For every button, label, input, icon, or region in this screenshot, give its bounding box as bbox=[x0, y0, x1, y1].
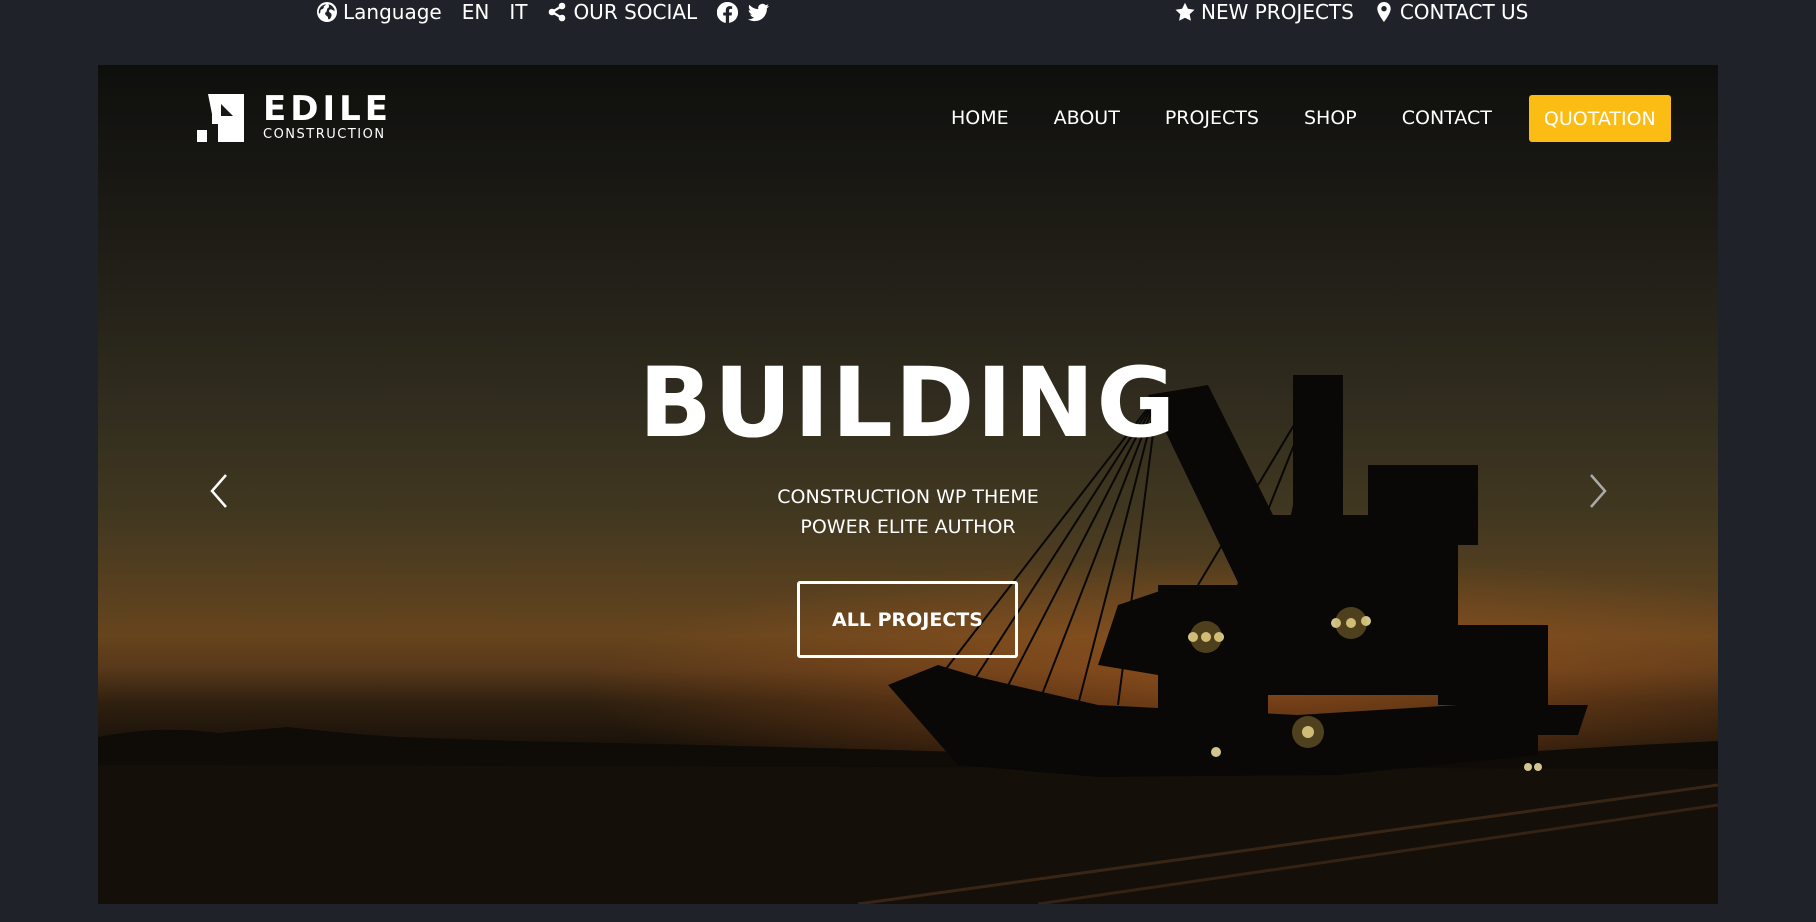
new-projects-link[interactable]: NEW PROJECTS bbox=[1175, 0, 1354, 24]
contact-us-link[interactable]: CONTACT US bbox=[1374, 0, 1529, 24]
nav-item-about[interactable]: ABOUT bbox=[1054, 96, 1120, 141]
nav-item-projects[interactable]: PROJECTS bbox=[1165, 96, 1259, 141]
our-social[interactable]: OUR SOCIAL bbox=[547, 0, 697, 24]
language-label: Language bbox=[343, 0, 442, 24]
new-projects-label: NEW PROJECTS bbox=[1201, 0, 1354, 24]
main-nav: HOME ABOUT PROJECTS SHOP CONTACT QUOTATI… bbox=[951, 95, 1671, 142]
chevron-right-icon bbox=[1590, 474, 1607, 508]
top-bar-right: NEW PROJECTS CONTACT US bbox=[1175, 0, 1528, 24]
all-projects-button[interactable]: ALL PROJECTS bbox=[797, 581, 1018, 658]
our-social-label: OUR SOCIAL bbox=[573, 0, 698, 24]
language-en[interactable]: EN bbox=[462, 0, 490, 24]
logo-mark-icon bbox=[197, 93, 244, 142]
social-links bbox=[717, 1, 770, 23]
top-bar: Language EN IT OUR SOCIAL NEW PROJECTS C… bbox=[0, 0, 1816, 65]
slide-title: BUILDING bbox=[638, 347, 1178, 459]
quotation-button[interactable]: QUOTATION bbox=[1528, 95, 1671, 142]
twitter-icon[interactable] bbox=[748, 2, 770, 23]
slide-subtitle-line-2: POWER ELITE AUTHOR bbox=[800, 516, 1016, 538]
hero-slider: EDILE CONSTRUCTION HOME ABOUT PROJECTS S… bbox=[98, 65, 1718, 904]
share-icon bbox=[549, 2, 566, 22]
top-bar-left: Language EN IT OUR SOCIAL bbox=[317, 0, 770, 24]
nav-item-contact[interactable]: CONTACT bbox=[1402, 96, 1492, 141]
globe-icon bbox=[317, 2, 337, 22]
logo-text: EDILE CONSTRUCTION bbox=[263, 92, 392, 143]
chevron-left-icon bbox=[210, 474, 227, 508]
nav-item-home[interactable]: HOME bbox=[951, 96, 1009, 141]
star-icon bbox=[1175, 2, 1195, 21]
nav-item-shop[interactable]: SHOP bbox=[1304, 96, 1357, 141]
facebook-icon[interactable] bbox=[717, 1, 739, 23]
language-it[interactable]: IT bbox=[509, 0, 527, 24]
slider-next-button[interactable] bbox=[1583, 469, 1613, 513]
slider-prev-button[interactable] bbox=[204, 469, 234, 513]
map-marker-icon bbox=[1377, 2, 1391, 22]
site-logo[interactable]: EDILE CONSTRUCTION bbox=[197, 92, 392, 143]
logo-name: EDILE bbox=[263, 89, 392, 129]
slide-subtitle-line-1: CONSTRUCTION WP THEME bbox=[777, 486, 1039, 508]
contact-us-label: CONTACT US bbox=[1399, 0, 1529, 24]
language-selector[interactable]: Language bbox=[317, 0, 442, 24]
logo-tagline: CONSTRUCTION bbox=[263, 127, 386, 142]
